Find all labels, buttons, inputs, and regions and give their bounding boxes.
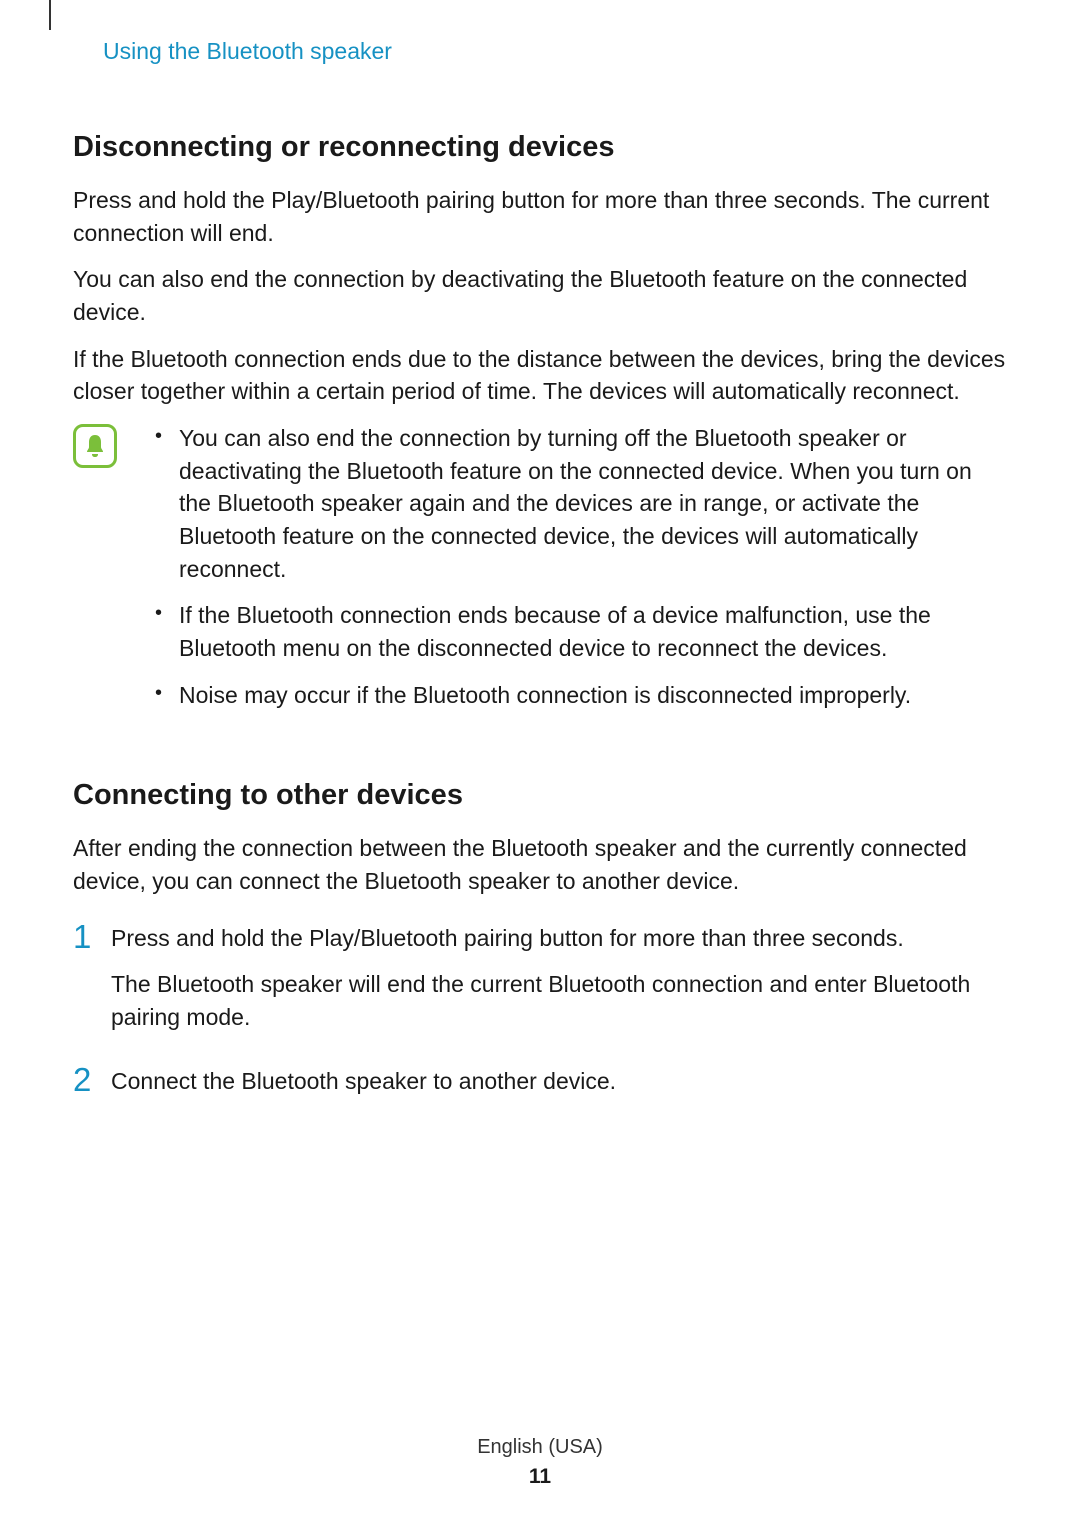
note-block: You can also end the connection by turni… bbox=[73, 422, 1007, 725]
paragraph: Press and hold the Play/Bluetooth pairin… bbox=[73, 184, 1007, 249]
heading-connecting-other: Connecting to other devices bbox=[73, 779, 1007, 812]
header-rule-mark bbox=[49, 0, 51, 30]
heading-disconnecting: Disconnecting or reconnecting devices bbox=[73, 131, 1007, 164]
step-content: Press and hold the Play/Bluetooth pairin… bbox=[111, 922, 1007, 1048]
note-item: If the Bluetooth connection ends because… bbox=[149, 599, 1007, 664]
step-number: 1 bbox=[73, 920, 111, 953]
step-text: The Bluetooth speaker will end the curre… bbox=[111, 968, 1007, 1033]
step-content: Connect the Bluetooth speaker to another… bbox=[111, 1065, 1007, 1112]
note-item: You can also end the connection by turni… bbox=[149, 422, 1007, 585]
step-number: 2 bbox=[73, 1063, 111, 1096]
note-list: You can also end the connection by turni… bbox=[129, 422, 1007, 725]
step-item: 2 Connect the Bluetooth speaker to anoth… bbox=[73, 1065, 1007, 1112]
step-text: Connect the Bluetooth speaker to another… bbox=[111, 1065, 1007, 1098]
paragraph: If the Bluetooth connection ends due to … bbox=[73, 343, 1007, 408]
step-item: 1 Press and hold the Play/Bluetooth pair… bbox=[73, 922, 1007, 1048]
note-item: Noise may occur if the Bluetooth connect… bbox=[149, 679, 1007, 712]
document-page: Using the Bluetooth speaker Disconnectin… bbox=[0, 0, 1080, 1112]
running-header: Using the Bluetooth speaker bbox=[103, 38, 1007, 65]
paragraph: After ending the connection between the … bbox=[73, 832, 1007, 897]
footer-page-number: 11 bbox=[0, 1465, 1080, 1489]
page-footer: English (USA) 11 bbox=[0, 1436, 1080, 1489]
footer-language: English (USA) bbox=[0, 1436, 1080, 1459]
paragraph: You can also end the connection by deact… bbox=[73, 263, 1007, 328]
step-text: Press and hold the Play/Bluetooth pairin… bbox=[111, 922, 1007, 955]
note-bell-icon bbox=[73, 424, 117, 468]
